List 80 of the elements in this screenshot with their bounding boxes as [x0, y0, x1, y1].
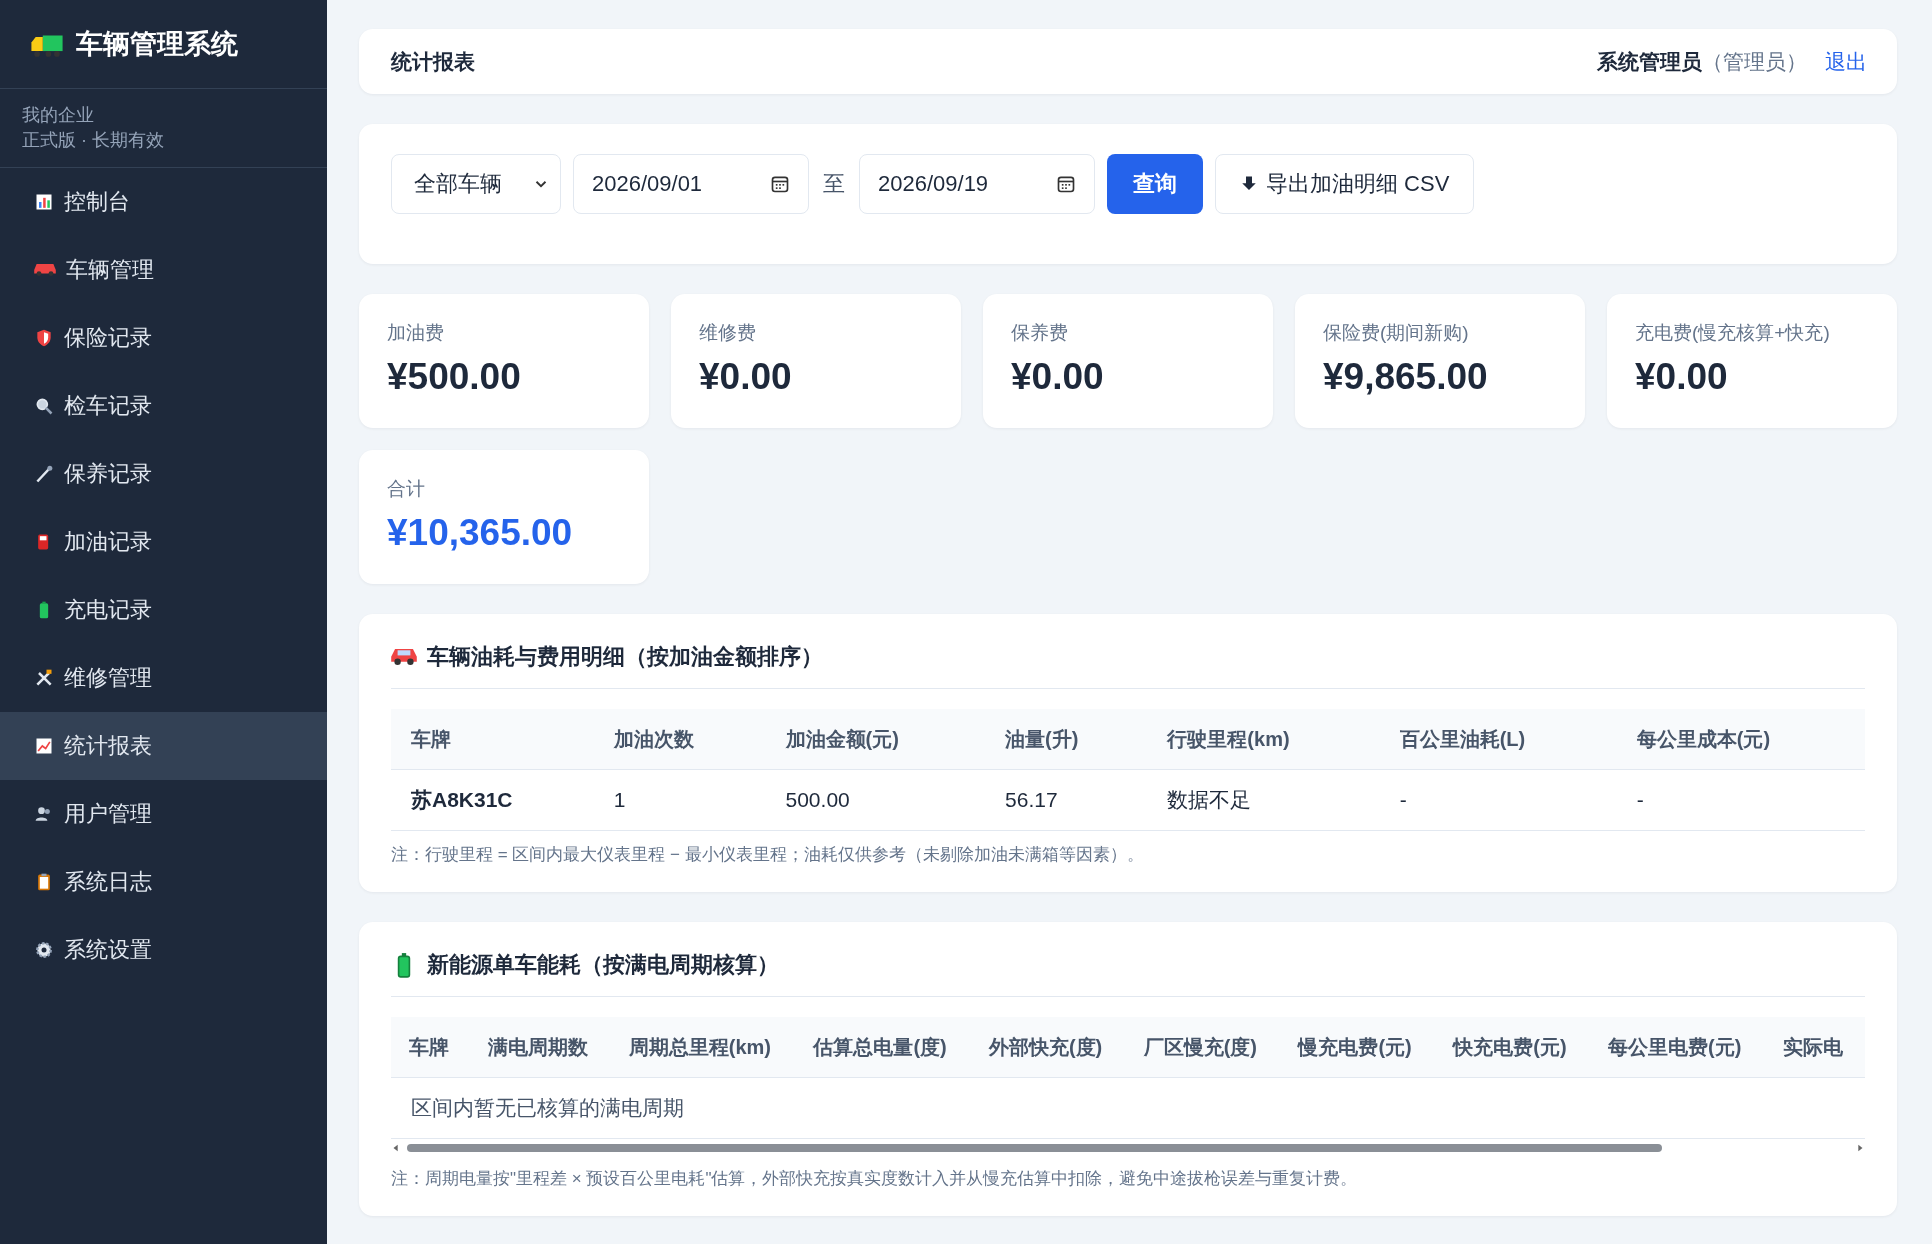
calendar-icon [770, 174, 790, 194]
user-name: 系统管理员 [1597, 48, 1702, 75]
table-note: 注：周期电量按"里程差 × 预设百公里电耗"估算，外部快充按真实度数计入并从慢充估算中扣除，避免中途拔枪误差与重复计费。 [391, 1168, 1359, 1190]
stat-label: 保险费(期间新购) [1323, 321, 1470, 345]
table-cell: 1 [593, 769, 766, 831]
column-header: 车牌 [391, 1017, 470, 1078]
date-field[interactable]: 2026/09/19 [859, 154, 1095, 214]
sidebar-item[interactable]: 充电记录 [0, 576, 327, 644]
column-header: 油量(升) [985, 709, 1148, 770]
sidebar-item[interactable]: 系统设置 [0, 916, 327, 984]
car-icon [391, 649, 417, 665]
column-header: 百公里油耗(L) [1379, 709, 1617, 770]
sidebar-item[interactable]: 加油记录 [0, 508, 327, 576]
stat-label: 保养费 [1011, 321, 1069, 345]
table-cell: 苏A8K31C [391, 769, 594, 831]
magnifier-icon [34, 396, 54, 416]
scrollbar-thumb[interactable] [407, 1144, 1662, 1152]
page-title: 统计报表 [391, 48, 475, 75]
wrench-icon [34, 464, 54, 484]
table-note: 注：行驶里程 = 区间内最大仪表里程 − 最小仪表里程；油耗仅供参考（未剔除加油未满箱等因素）。 [391, 844, 1145, 866]
column-header: 车牌 [391, 709, 594, 770]
date-field[interactable]: 2026/09/01 [573, 154, 809, 214]
stat-value: ¥9,865.00 [1323, 356, 1489, 398]
stat-label: 合计 [387, 477, 426, 501]
table-cell: 数据不足 [1147, 769, 1380, 831]
gear-icon [34, 940, 54, 960]
sidebar-item[interactable]: 保险记录 [0, 304, 327, 372]
column-header: 估算总电量(度) [795, 1017, 971, 1078]
column-header: 行驶里程(km) [1147, 709, 1380, 770]
query-button[interactable]: 查询 [1107, 154, 1203, 214]
column-header: 实际电 [1765, 1017, 1865, 1078]
column-header: 外部快充(度) [970, 1017, 1126, 1078]
column-header: 满电周期数 [469, 1017, 611, 1078]
column-header: 慢充电费(元) [1280, 1017, 1436, 1078]
range-separator: 至 [823, 170, 845, 198]
scroll-right-icon [1855, 1143, 1865, 1153]
column-header: 加油次数 [593, 709, 766, 770]
license-text: 正式版 · 长期有效 [22, 129, 165, 152]
sidebar-item[interactable]: 统计报表 [0, 712, 327, 780]
sidebar-item[interactable]: 控制台 [0, 168, 327, 236]
tools-icon [34, 668, 54, 688]
stat-value: ¥500.00 [387, 356, 522, 398]
table-cell: - [1379, 769, 1617, 831]
column-header: 快充电费(元) [1435, 1017, 1590, 1078]
stat-value: ¥0.00 [699, 356, 793, 398]
section-title: 车辆油耗与费用明细（按加油金额排序） [427, 643, 823, 671]
user-role: （管理员） [1702, 48, 1807, 75]
section-title: 新能源单车能耗（按满电周期核算） [427, 951, 779, 979]
calendar-icon [1056, 174, 1076, 194]
sidebar-item[interactable]: 车辆管理 [0, 236, 327, 304]
shield-icon [34, 328, 54, 348]
table-cell: 500.00 [765, 769, 986, 831]
sidebar-item[interactable]: 用户管理 [0, 780, 327, 848]
stat-value: ¥10,365.00 [387, 512, 574, 554]
column-header: 厂区慢充(度) [1125, 1017, 1281, 1078]
export-button[interactable]: 导出加油明细 CSV [1215, 154, 1475, 214]
stat-label: 加油费 [387, 321, 445, 345]
stat-value: ¥0.00 [1011, 356, 1105, 398]
sidebar-item[interactable]: 维修管理 [0, 644, 327, 712]
app-title: 车辆管理系统 [76, 28, 238, 61]
sidebar-item[interactable]: 检车记录 [0, 372, 327, 440]
stat-value: ¥0.00 [1635, 356, 1729, 398]
scroll-left-icon [391, 1143, 401, 1153]
stat-label: 充电费(慢充核算+快充) [1635, 321, 1831, 345]
vehicle-select[interactable]: 全部车辆 [391, 154, 561, 214]
table-cell: - [1616, 769, 1865, 831]
stat-label: 维修费 [699, 321, 757, 345]
column-header: 每公里成本(元) [1616, 709, 1865, 770]
line-chart-icon [34, 736, 54, 756]
empty-message: 区间内暂无已核算的满电周期 [391, 1078, 1865, 1139]
sidebar-item[interactable]: 保养记录 [0, 440, 327, 508]
sidebar-item[interactable]: 系统日志 [0, 848, 327, 916]
column-header: 加油金额(元) [765, 709, 986, 770]
car-icon [34, 264, 56, 276]
bar-chart-icon [34, 192, 54, 212]
column-header: 每公里电费(元) [1590, 1017, 1766, 1078]
table-cell: 56.17 [985, 769, 1148, 831]
logout-link[interactable]: 退出 [1825, 47, 1867, 76]
org-name: 我的企业 [22, 104, 95, 127]
column-header: 周期总里程(km) [610, 1017, 796, 1078]
